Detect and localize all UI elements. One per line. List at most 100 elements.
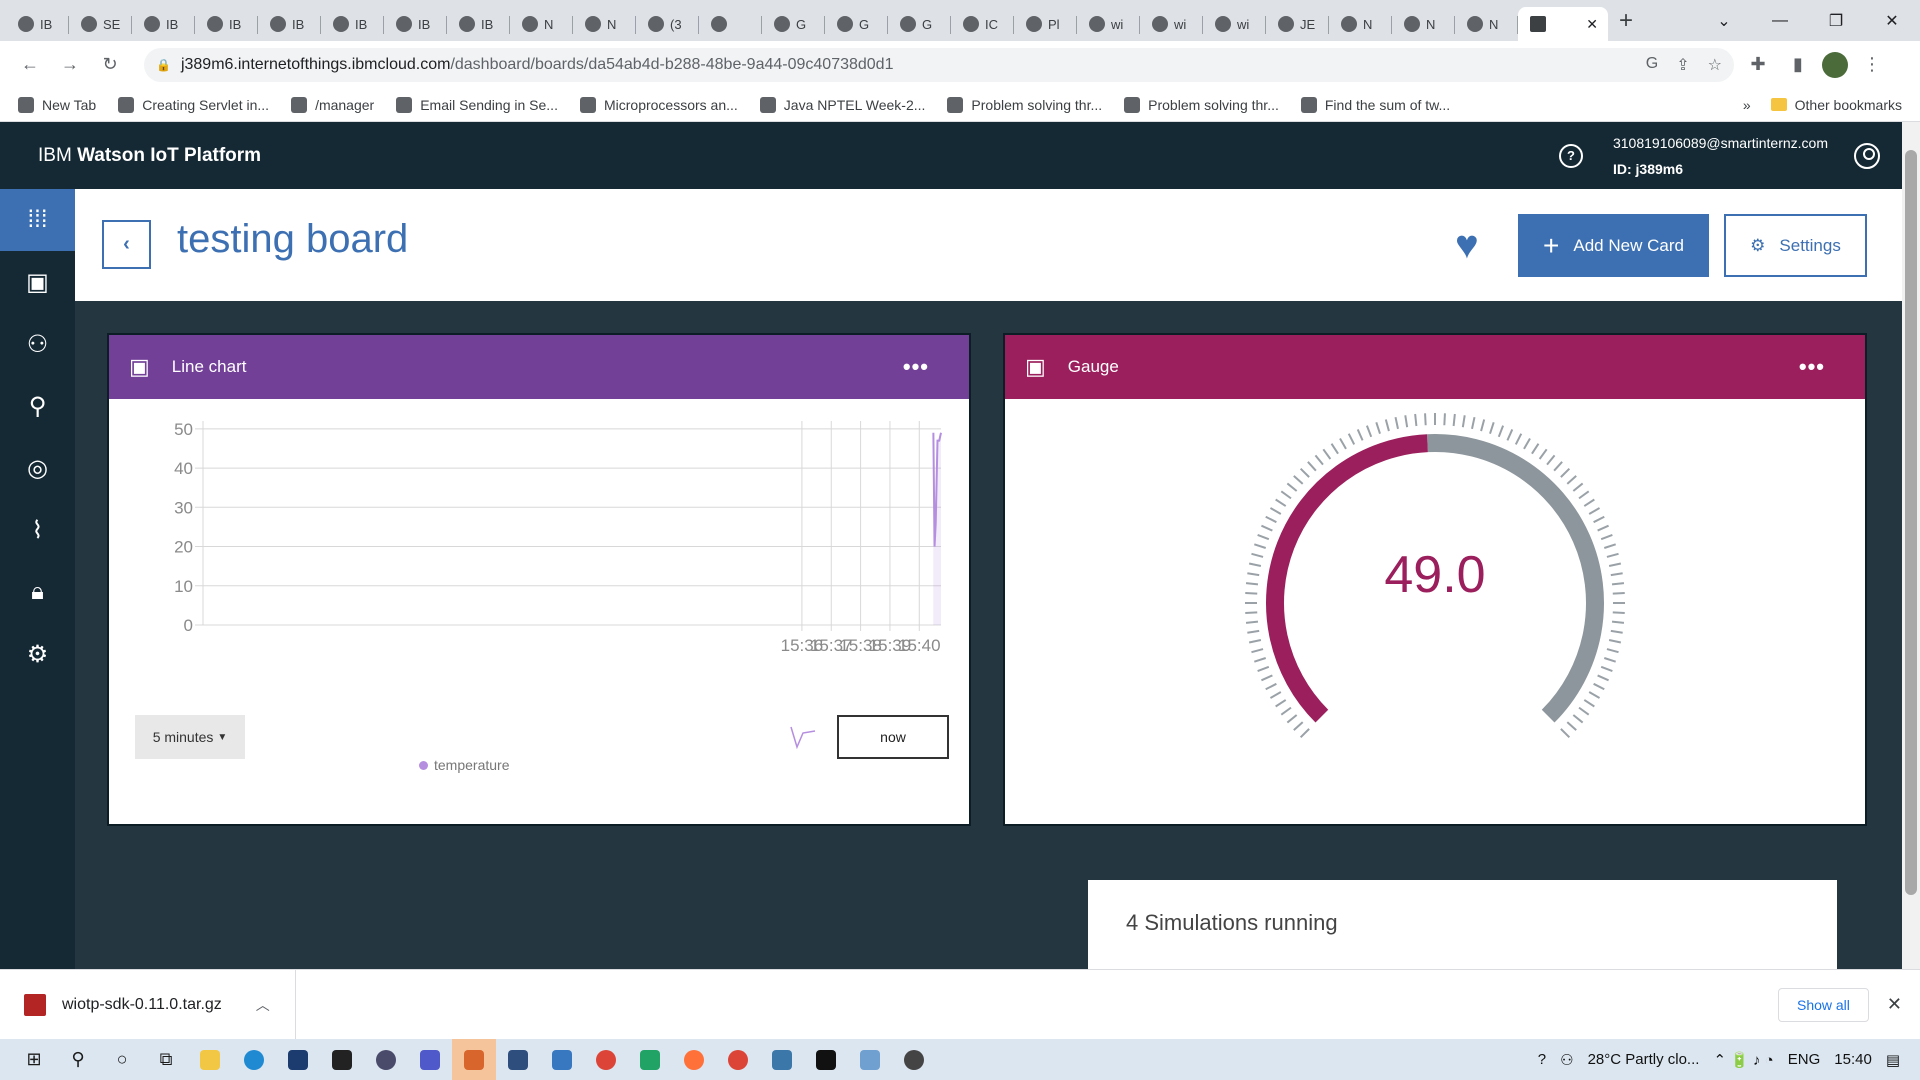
sidebar-item-boards[interactable]: ⁞⁞⁞	[0, 189, 75, 251]
sidebar-item-apps[interactable]: ⚲	[0, 375, 75, 437]
firefox-icon[interactable]	[672, 1039, 716, 1080]
app-icon-6[interactable]	[628, 1039, 672, 1080]
browser-tab[interactable]: N	[573, 7, 636, 41]
file-explorer-icon[interactable]	[188, 1039, 232, 1080]
maximize-button[interactable]: ❐	[1808, 11, 1864, 31]
matlab-icon[interactable]	[452, 1039, 496, 1080]
windows-start-icon[interactable]: ⊞	[12, 1039, 56, 1080]
sidebar-item-settings[interactable]: ⚙	[0, 623, 75, 685]
cortana-icon[interactable]: ○	[100, 1039, 144, 1080]
browser-tab[interactable]: IB	[384, 7, 447, 41]
chrome-icon[interactable]	[584, 1039, 628, 1080]
chrome-icon-2[interactable]	[716, 1039, 760, 1080]
user-profile-icon[interactable]	[1854, 142, 1880, 169]
sidebar-item-security[interactable]: 🔒︎	[0, 561, 75, 623]
chevron-up-icon[interactable]: ︿	[256, 995, 270, 1015]
browser-tab[interactable]: N	[1455, 7, 1518, 41]
browser-tab[interactable]: IB	[132, 7, 195, 41]
address-bar[interactable]: 🔒 j389m6.internetofthings.ibmcloud.com/d…	[144, 47, 1734, 82]
bookmark-item[interactable]: Problem solving thr...	[947, 96, 1102, 113]
browser-tab[interactable]: SE	[69, 7, 132, 41]
card-overflow-menu-icon[interactable]: •••	[1799, 354, 1825, 380]
browser-tab[interactable]: Pl	[1014, 7, 1077, 41]
bookmark-item[interactable]: /manager	[291, 96, 374, 113]
app-icon-2[interactable]	[320, 1039, 364, 1080]
browser-tab[interactable]: wi	[1203, 7, 1266, 41]
chart-legend[interactable]: temperature	[419, 757, 509, 773]
browser-tab[interactable]: G	[888, 7, 951, 41]
app-icon-5[interactable]	[540, 1039, 584, 1080]
search-icon[interactable]: ⚲	[56, 1039, 100, 1080]
teams-icon[interactable]	[408, 1039, 452, 1080]
close-tab-icon[interactable]: ✕	[1586, 16, 1598, 33]
clock[interactable]: 15:40	[1834, 1051, 1872, 1068]
forward-nav-icon[interactable]: →	[54, 49, 86, 81]
now-button[interactable]: now	[837, 715, 949, 759]
app-icon-4[interactable]	[496, 1039, 540, 1080]
show-all-downloads-button[interactable]: Show all	[1777, 987, 1869, 1022]
edge-icon[interactable]	[232, 1039, 276, 1080]
back-button[interactable]: ‹	[102, 220, 151, 269]
app-icon-3[interactable]	[364, 1039, 408, 1080]
reload-icon[interactable]: ↻	[94, 49, 126, 81]
bookmark-item[interactable]: Creating Servlet in...	[118, 96, 269, 113]
browser-tab[interactable]: (3	[636, 7, 699, 41]
app-icon-8[interactable]	[892, 1039, 936, 1080]
settings-button[interactable]: ⚙ Settings	[1724, 214, 1867, 277]
browser-tab[interactable]: G	[762, 7, 825, 41]
close-window-button[interactable]: ✕	[1864, 11, 1920, 31]
people-icon[interactable]: ⚇	[1560, 1051, 1573, 1069]
scrollbar-thumb[interactable]	[1905, 150, 1917, 895]
favorite-heart-icon[interactable]: ♥	[1455, 223, 1479, 268]
help-tray-icon[interactable]: ?	[1538, 1051, 1546, 1068]
browser-tab[interactable]: N	[1392, 7, 1455, 41]
browser-tab[interactable]: IB	[6, 7, 69, 41]
browser-tab[interactable]: wi	[1140, 7, 1203, 41]
app-icon-7[interactable]	[848, 1039, 892, 1080]
sidebar-item-rules[interactable]: ◎	[0, 437, 75, 499]
download-item[interactable]: wiotp-sdk-0.11.0.tar.gz ︿	[24, 969, 296, 1040]
notifications-icon[interactable]: ▤	[1886, 1051, 1900, 1069]
back-nav-icon[interactable]: ←	[14, 49, 46, 81]
bookmark-item[interactable]: Find the sum of tw...	[1300, 96, 1450, 113]
bookmark-star-icon[interactable]: ☆	[1708, 55, 1722, 75]
weather-widget[interactable]: 28°C Partly clo...	[1588, 1051, 1700, 1068]
sidebar-item-members[interactable]: ⚇	[0, 313, 75, 375]
add-new-card-button[interactable]: + Add New Card	[1518, 214, 1709, 277]
browser-tab-active[interactable]: ✕	[1518, 7, 1608, 41]
card-overflow-menu-icon[interactable]: •••	[903, 354, 929, 380]
browser-tab[interactable]: N	[510, 7, 573, 41]
browser-tab[interactable]: IC	[951, 7, 1014, 41]
sidebar-item-usage[interactable]: ⌇	[0, 499, 75, 561]
python-icon[interactable]	[760, 1039, 804, 1080]
bookmark-item[interactable]: Email Sending in Se...	[396, 96, 558, 113]
browser-tab[interactable]: wi	[1077, 7, 1140, 41]
language-indicator[interactable]: ENG	[1788, 1051, 1821, 1068]
sidebar-item-devices[interactable]: ▣	[0, 251, 75, 313]
more-bookmarks-button[interactable]: »	[1743, 97, 1751, 113]
browser-tab[interactable]: G	[825, 7, 888, 41]
page-scrollbar[interactable]	[1902, 122, 1920, 969]
app-icon-1[interactable]	[276, 1039, 320, 1080]
browser-tab[interactable]: JE	[1266, 7, 1329, 41]
browser-tab[interactable]: N	[1329, 7, 1392, 41]
extensions-icon[interactable]: ✚	[1742, 49, 1774, 81]
share-icon[interactable]: ⇪	[1676, 55, 1689, 75]
tab-search-icon[interactable]: ⌄	[1696, 11, 1752, 31]
close-download-bar-icon[interactable]: ✕	[1887, 994, 1902, 1015]
help-icon[interactable]: ?	[1558, 143, 1583, 168]
bookmark-item[interactable]: New Tab	[18, 96, 96, 113]
side-panel-icon[interactable]: ▮	[1782, 49, 1814, 81]
minimize-button[interactable]: —	[1752, 12, 1808, 30]
simulations-panel[interactable]: 4 Simulations running	[1088, 880, 1837, 970]
browser-tab[interactable]: IB	[258, 7, 321, 41]
task-view-icon[interactable]: ⧉	[144, 1039, 188, 1080]
browser-tab[interactable]: IB	[447, 7, 510, 41]
browser-tab[interactable]: IB	[195, 7, 258, 41]
time-range-dropdown[interactable]: 5 minutes ▼	[135, 715, 245, 759]
bookmark-item[interactable]: Java NPTEL Week-2...	[759, 96, 925, 113]
other-bookmarks-folder[interactable]: Other bookmarks	[1770, 97, 1902, 113]
profile-avatar[interactable]	[1822, 51, 1848, 78]
browser-menu-icon[interactable]: ⋮	[1856, 49, 1888, 81]
browser-tab[interactable]: IB	[321, 7, 384, 41]
